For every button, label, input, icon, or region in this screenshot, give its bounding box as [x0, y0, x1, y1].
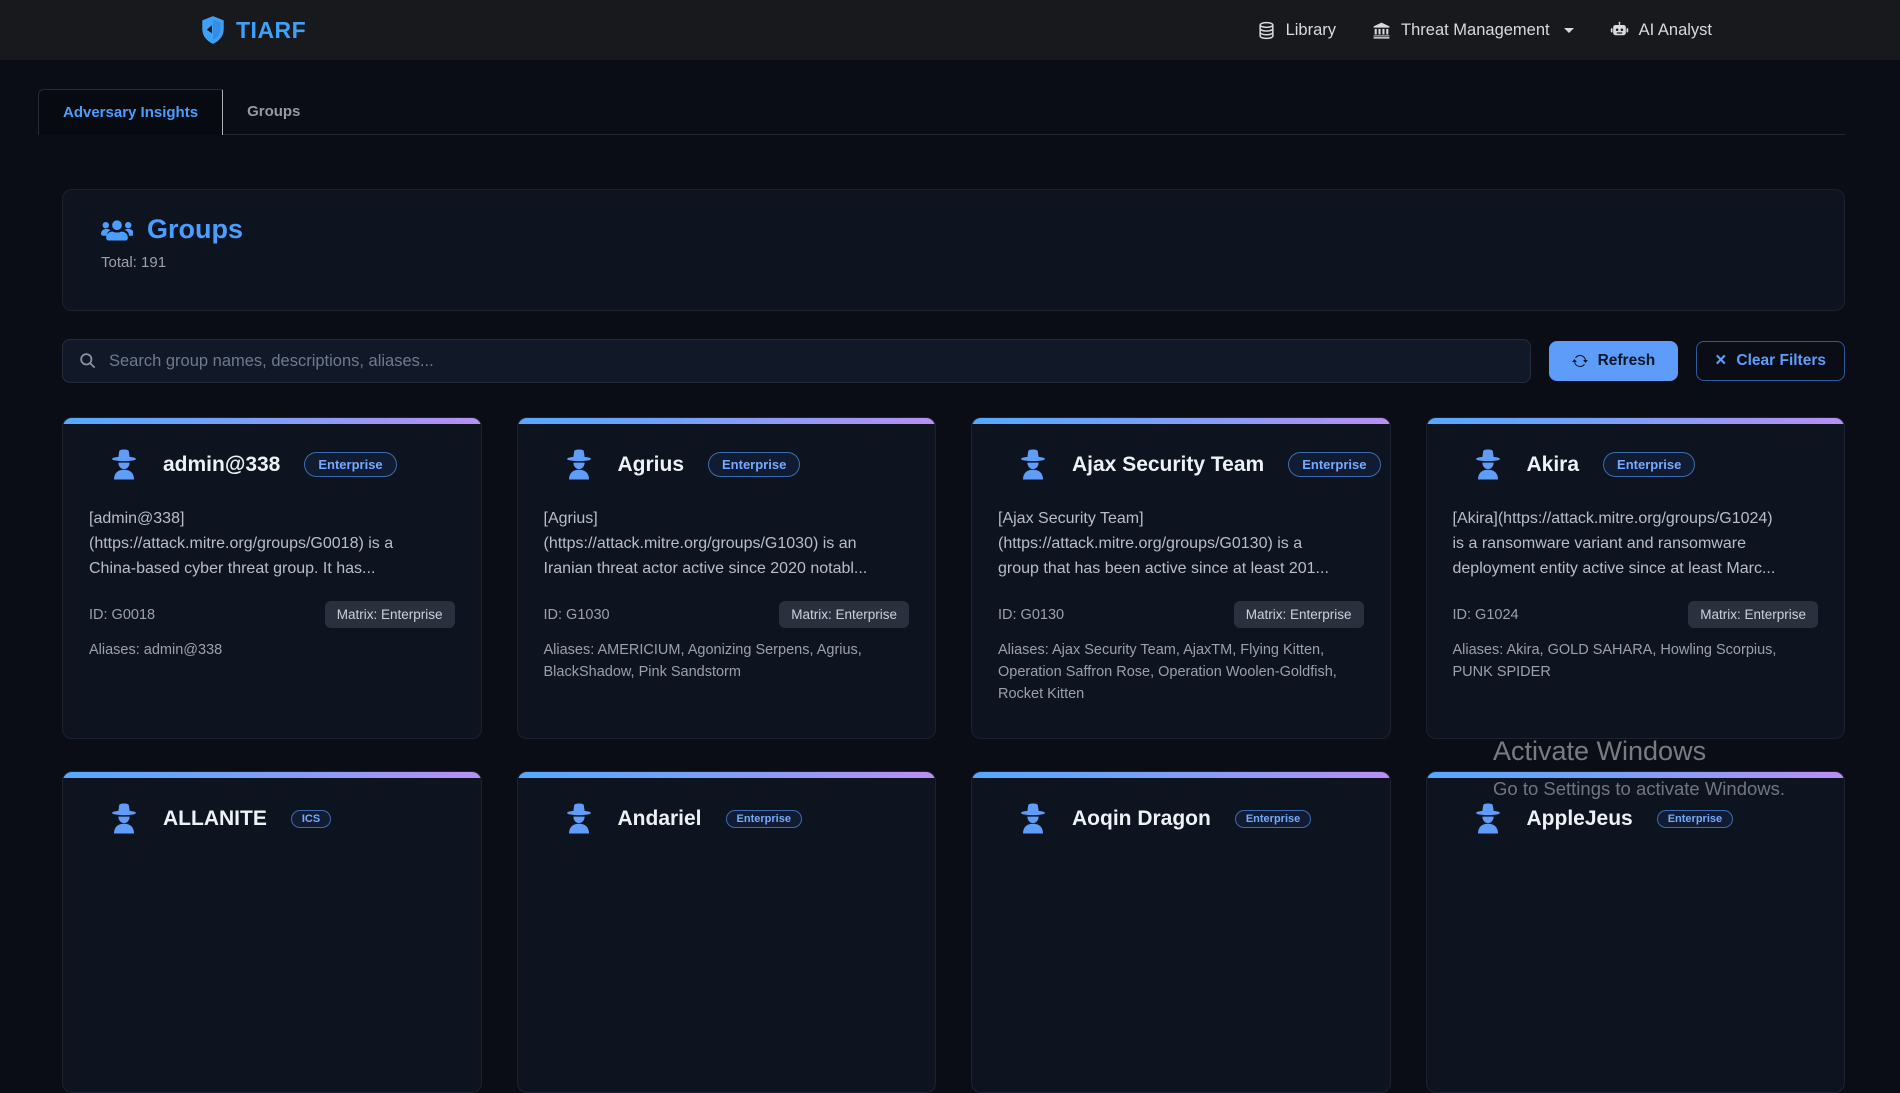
spy-icon [566, 449, 591, 480]
close-icon: × [1715, 349, 1727, 371]
domain-badge: Enterprise [1234, 809, 1312, 828]
group-aliases: Aliases: Ajax Security Team, AjaxTM, Fly… [998, 642, 1337, 702]
group-card-akira[interactable]: Akira Enterprise [Akira](https://attack.… [1425, 417, 1845, 739]
spy-icon [112, 803, 136, 834]
matrix-badge: Matrix: Enterprise [1233, 601, 1364, 629]
group-card-andariel[interactable]: Andariel Enterprise [516, 771, 936, 1093]
total-count: Total: 191 [101, 254, 167, 271]
nav-item-label: AI Analyst [1638, 20, 1712, 39]
domain-badge: Enterprise [1656, 809, 1734, 828]
matrix-badge: Matrix: Enterprise [324, 601, 455, 629]
group-id: ID: G0130 [998, 606, 1065, 623]
groups-grid: admin@338 Enterprise [admin@338] (https:… [62, 417, 1845, 1093]
domain-badge: Enterprise [1288, 452, 1381, 477]
nav-item-threat-management[interactable]: Threat Management [1372, 21, 1574, 40]
clear-filters-button[interactable]: × Clear Filters [1696, 341, 1845, 381]
refresh-label: Refresh [1597, 352, 1656, 369]
top-navbar: TIARF Library Threat Management AI Analy… [0, 0, 1900, 60]
group-aliases: Aliases: AMERICIUM, Agonizing Serpens, A… [543, 642, 862, 681]
group-card-agrius[interactable]: Agrius Enterprise [Agrius] (https://atta… [516, 417, 936, 739]
group-aliases: Aliases: Akira, GOLD SAHARA, Howling Sco… [1452, 642, 1777, 681]
database-icon [1259, 21, 1274, 39]
search-icon [80, 353, 96, 369]
group-name: Ajax Security Team [1072, 452, 1265, 476]
nav-item-label: Threat Management [1401, 20, 1550, 39]
brand-name: TIARF [236, 16, 307, 43]
group-card-allanite[interactable]: ALLANITE ICS [62, 771, 482, 1093]
group-description: [Akira](https://attack.mitre.org/groups/… [1452, 510, 1776, 577]
group-aliases: Aliases: admin@338 [89, 642, 223, 659]
group-name: ALLANITE [163, 806, 267, 830]
spy-icon [566, 803, 591, 834]
nav-item-library[interactable]: Library [1257, 21, 1336, 40]
domain-badge: Enterprise [725, 809, 802, 828]
group-name: Agrius [617, 452, 685, 476]
group-card-ajax-security-team[interactable]: Ajax Security Team Enterprise [Ajax Secu… [971, 417, 1391, 739]
group-id: ID: G0018 [89, 606, 156, 623]
brand-logo[interactable]: TIARF [200, 15, 306, 45]
matrix-badge: Matrix: Enterprise [1688, 601, 1818, 629]
domain-badge: Enterprise [304, 452, 397, 477]
group-name: Andariel [617, 806, 702, 830]
refresh-icon [1571, 355, 1588, 367]
shield-icon [202, 16, 224, 44]
group-card-admin338[interactable]: admin@338 Enterprise [admin@338] (https:… [62, 417, 482, 739]
domain-badge: Enterprise [708, 452, 801, 477]
group-id: ID: G1024 [1452, 606, 1519, 623]
group-card-applejeus[interactable]: AppleJeus Enterprise [1425, 771, 1845, 1093]
tab-groups[interactable]: Groups [223, 89, 324, 134]
robot-icon [1610, 21, 1628, 35]
users-icon [101, 219, 133, 240]
search-toolbar: Refresh × Clear Filters [62, 339, 1845, 383]
tab-bar: Adversary Insights Groups [38, 89, 1845, 135]
spy-icon [112, 449, 136, 480]
group-card-aoqin-dragon[interactable]: Aoqin Dragon Enterprise [971, 771, 1391, 1093]
refresh-button[interactable]: Refresh [1548, 341, 1679, 381]
group-description: [Ajax Security Team] (https://attack.mit… [998, 510, 1329, 577]
clear-filters-label: Clear Filters [1736, 352, 1826, 369]
bank-icon [1373, 22, 1390, 39]
tab-adversary-insights[interactable]: Adversary Insights [38, 89, 224, 135]
search-input[interactable] [62, 339, 1531, 383]
spy-icon [1475, 803, 1500, 834]
group-name: Aoqin Dragon [1072, 806, 1211, 830]
group-description: [admin@338] (https://attack.mitre.org/gr… [89, 510, 394, 577]
chevron-down-icon [1563, 27, 1574, 33]
domain-badge: Enterprise [1603, 452, 1696, 477]
nav-item-label: Library [1285, 20, 1337, 39]
spy-icon [1475, 449, 1500, 480]
group-id: ID: G1030 [543, 606, 610, 623]
groups-header-card: Groups Total: 191 [62, 189, 1845, 311]
spy-icon [1021, 803, 1045, 834]
group-name: Akira [1526, 452, 1580, 476]
spy-icon [1021, 449, 1045, 480]
group-name: admin@338 [163, 452, 281, 476]
group-description: [Agrius] (https://attack.mitre.org/group… [543, 510, 868, 577]
matrix-badge: Matrix: Enterprise [779, 601, 909, 629]
group-name: AppleJeus [1526, 806, 1633, 830]
nav-item-ai-analyst[interactable]: AI Analyst [1610, 21, 1712, 40]
domain-badge: ICS [290, 809, 332, 828]
page-title: Groups [147, 214, 244, 244]
